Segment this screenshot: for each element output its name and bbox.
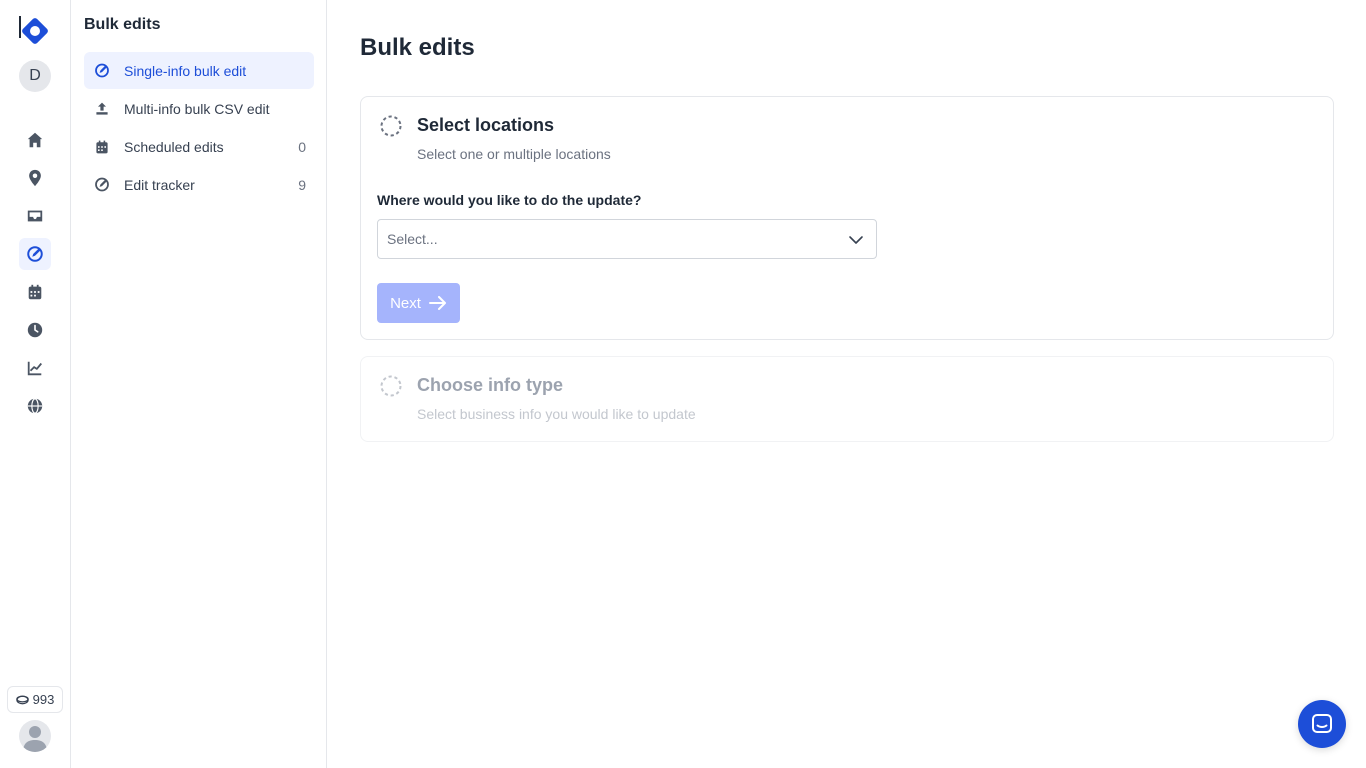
next-button[interactable]: Next xyxy=(377,283,460,323)
credits-count: 993 xyxy=(32,692,55,707)
inbox-icon[interactable] xyxy=(19,200,51,232)
calendar-icon xyxy=(94,139,110,155)
step-choose-info-type: Choose info type Select business info yo… xyxy=(360,356,1334,442)
bulk-edit-icon xyxy=(94,63,110,79)
bulk-edits-sidebar: Bulk edits Single-info bulk edit Multi-i… xyxy=(71,0,327,768)
icon-rail: D 993 xyxy=(0,0,71,768)
main-content: Bulk edits Select locations Select one o… xyxy=(328,0,1366,768)
sidebar-item-label: Edit tracker xyxy=(124,176,195,193)
sidebar-item-label: Multi-info bulk CSV edit xyxy=(124,100,270,117)
edit-tracker-count: 9 xyxy=(298,176,306,193)
location-select[interactable]: Select... xyxy=(377,219,877,259)
location-question-label: Where would you like to do the update? xyxy=(377,192,642,208)
step-subtitle: Select business info you would like to u… xyxy=(417,406,696,422)
next-button-label: Next xyxy=(390,294,421,312)
credits-badge[interactable]: 993 xyxy=(7,686,63,713)
clock-icon[interactable] xyxy=(19,314,51,346)
sidebar-item-single-info-bulk-edit[interactable]: Single-info bulk edit xyxy=(84,52,314,89)
user-avatar[interactable] xyxy=(19,720,51,752)
chat-support-button[interactable] xyxy=(1298,700,1346,748)
home-icon[interactable] xyxy=(19,124,51,156)
step-title: Choose info type xyxy=(417,375,564,395)
select-placeholder: Select... xyxy=(387,231,438,247)
globe-icon[interactable] xyxy=(19,390,51,422)
step-title: Select locations xyxy=(417,115,555,135)
sidebar-item-multi-info-bulk-csv-edit[interactable]: Multi-info bulk CSV edit xyxy=(84,90,314,127)
sidebar-item-edit-tracker[interactable]: Edit tracker 9 xyxy=(84,166,314,203)
coins-icon xyxy=(15,695,29,704)
sidebar-item-label: Single-info bulk edit xyxy=(124,62,247,79)
bulk-edit-icon[interactable] xyxy=(19,238,51,270)
step-select-locations: Select locations Select one or multiple … xyxy=(360,96,1334,340)
logo-icon[interactable] xyxy=(19,15,51,47)
arrow-right-icon xyxy=(428,296,446,310)
tracker-icon xyxy=(94,177,110,193)
page-title: Bulk edits xyxy=(360,34,475,61)
sidebar-title: Bulk edits xyxy=(84,16,161,33)
chat-icon xyxy=(1312,714,1332,733)
location-pin-icon[interactable] xyxy=(19,162,51,194)
calendar-icon[interactable] xyxy=(19,276,51,308)
scheduled-edits-count: 0 xyxy=(298,138,306,155)
sidebar-item-label: Scheduled edits xyxy=(124,138,224,155)
upload-icon xyxy=(94,101,110,117)
step-pending-icon xyxy=(380,115,402,137)
sidebar-item-scheduled-edits[interactable]: Scheduled edits 0 xyxy=(84,128,314,165)
step-subtitle: Select one or multiple locations xyxy=(417,146,611,162)
workspace-avatar[interactable]: D xyxy=(19,60,51,92)
step-pending-icon xyxy=(380,375,402,397)
chart-icon[interactable] xyxy=(19,352,51,384)
chevron-down-icon xyxy=(849,236,863,244)
